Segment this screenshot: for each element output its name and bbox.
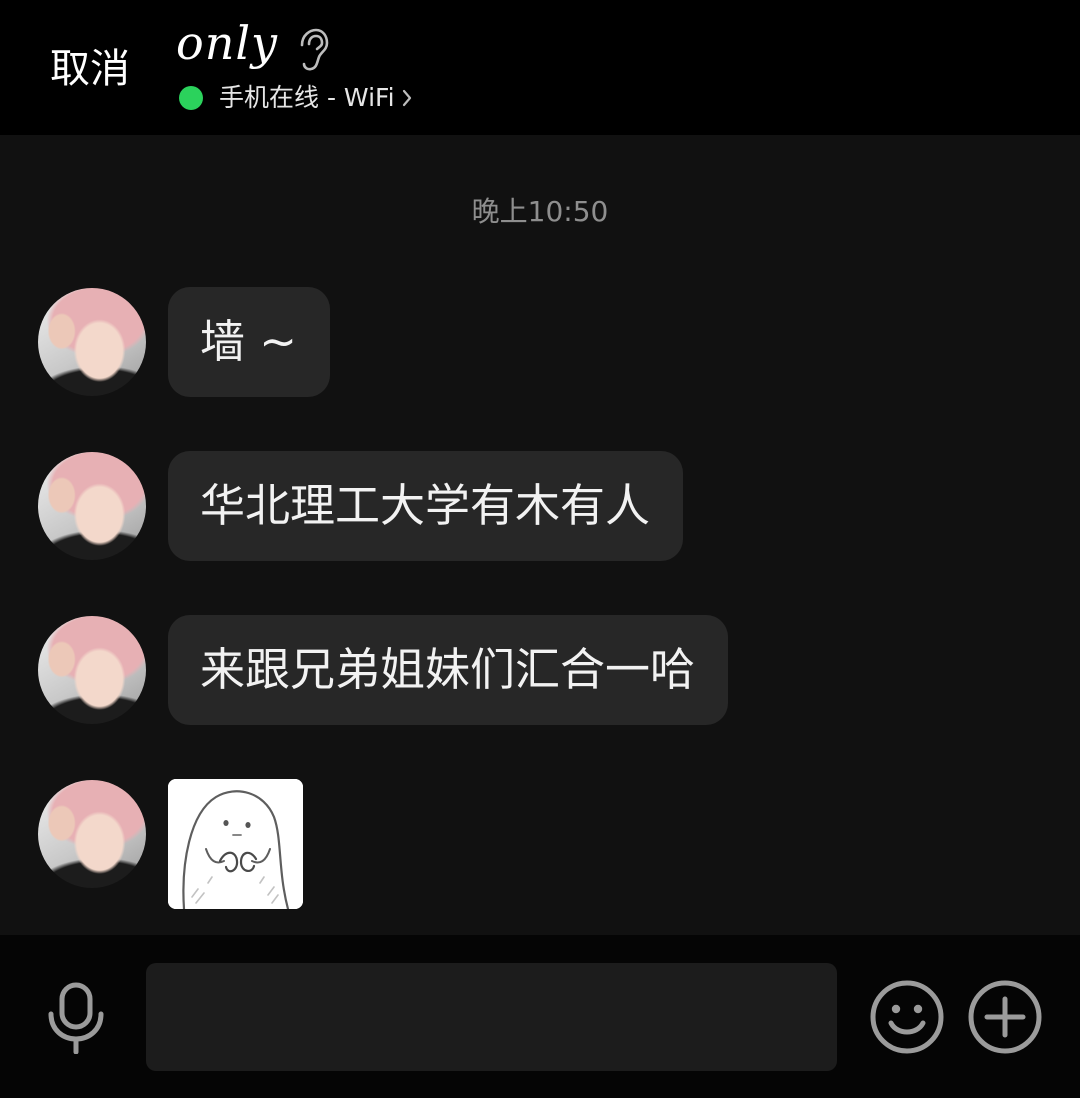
avatar[interactable] (38, 288, 146, 396)
message-list[interactable]: 晚上10:50 墙 ~ 华北理工大学有木有人 来跟兄弟姐妹们汇合一哈 (0, 135, 1080, 935)
message-timestamp: 晚上10:50 (471, 195, 609, 228)
message-row (0, 779, 1080, 909)
composer-bar (0, 935, 1080, 1098)
message-bubble[interactable]: 华北理工大学有木有人 (168, 451, 684, 561)
chat-header: 取消 only 手机在线 - WiFi (0, 0, 1080, 135)
ear-icon[interactable] (293, 28, 329, 72)
emoji-icon[interactable] (869, 979, 945, 1055)
online-dot (179, 86, 203, 110)
avatar[interactable] (38, 452, 146, 560)
online-status[interactable]: 手机在线 - WiFi (179, 82, 413, 114)
ghost-sticker-icon[interactable] (168, 779, 303, 909)
avatar[interactable] (38, 780, 146, 888)
chevron-right-icon (401, 88, 413, 108)
message-row: 华北理工大学有木有人 (0, 451, 1080, 561)
message-bubble[interactable]: 墙 ~ (168, 287, 331, 397)
microphone-icon[interactable] (45, 982, 107, 1054)
cancel-button[interactable]: 取消 (50, 44, 130, 94)
contact-name[interactable]: only (176, 14, 278, 72)
message-row: 来跟兄弟姐妹们汇合一哈 (0, 615, 1080, 725)
status-text: 手机在线 - WiFi (219, 83, 395, 112)
message-row: 墙 ~ (0, 287, 1080, 397)
plus-icon[interactable] (967, 979, 1043, 1055)
message-bubble[interactable]: 来跟兄弟姐妹们汇合一哈 (168, 615, 729, 725)
message-input[interactable] (146, 963, 837, 1071)
avatar[interactable] (38, 616, 146, 724)
